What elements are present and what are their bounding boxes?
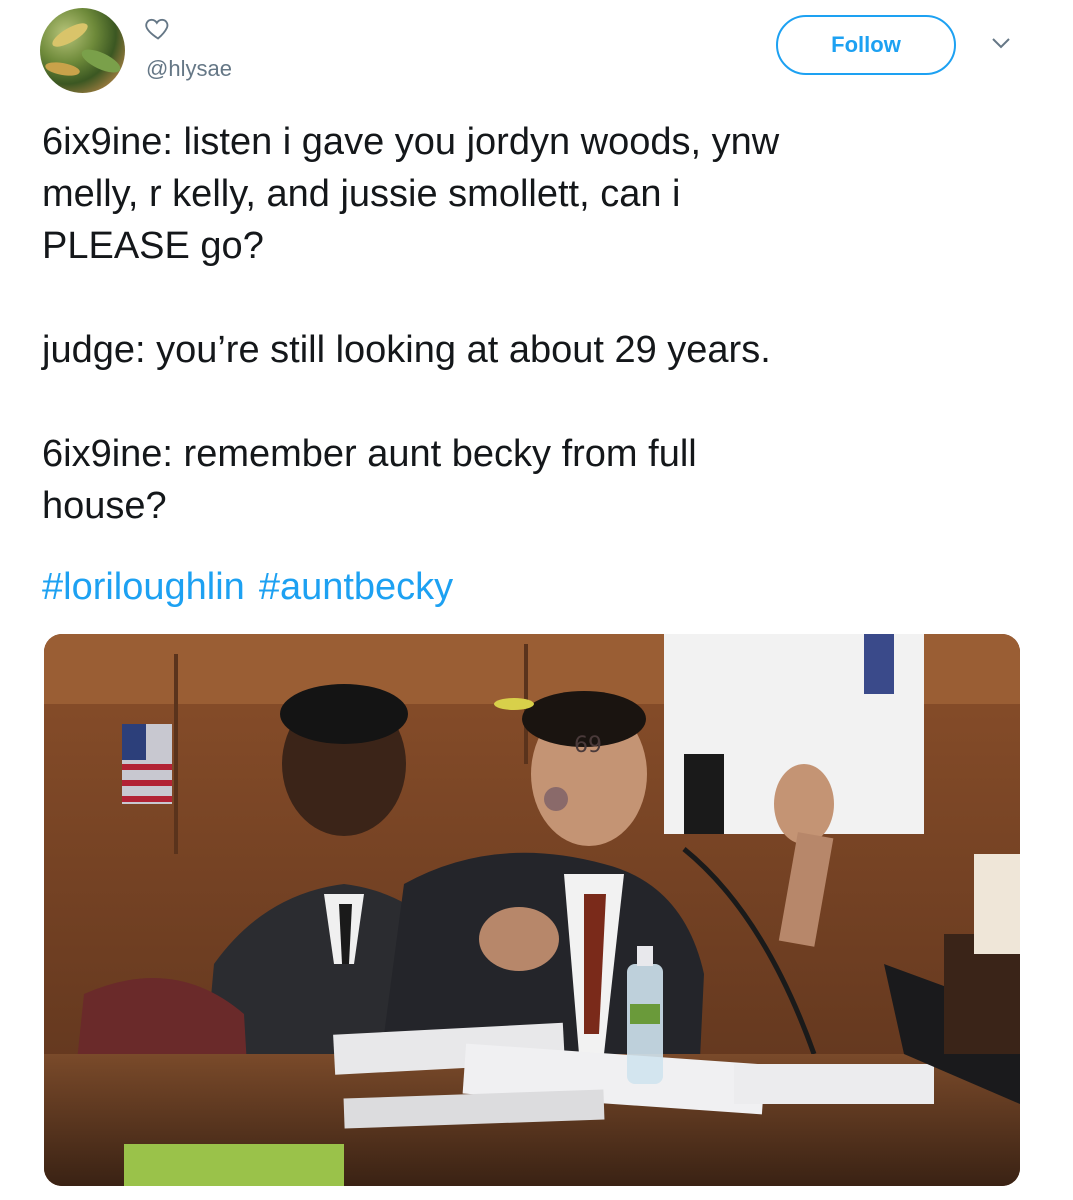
- courtroom-photo: 69: [44, 634, 1020, 1186]
- hashtags: #loriloughlin #auntbecky: [42, 561, 467, 613]
- avatar-leaf: [49, 18, 91, 52]
- svg-text:69: 69: [574, 733, 602, 758]
- hashtag-link[interactable]: #loriloughlin: [42, 566, 245, 608]
- user-handle[interactable]: @hlysae: [146, 56, 232, 82]
- avatar-leaf: [78, 44, 124, 78]
- tweet-text: 6ix9ine: listen i gave you jordyn woods,…: [42, 121, 780, 527]
- follow-button[interactable]: Follow: [776, 15, 956, 75]
- chevron-down-icon[interactable]: [990, 36, 1012, 50]
- avatar-leaf: [44, 60, 81, 78]
- tweet-photo[interactable]: 69: [44, 634, 1020, 1186]
- heart-icon[interactable]: [144, 14, 172, 42]
- avatar[interactable]: [40, 8, 125, 93]
- hashtag-link[interactable]: #auntbecky: [259, 566, 453, 608]
